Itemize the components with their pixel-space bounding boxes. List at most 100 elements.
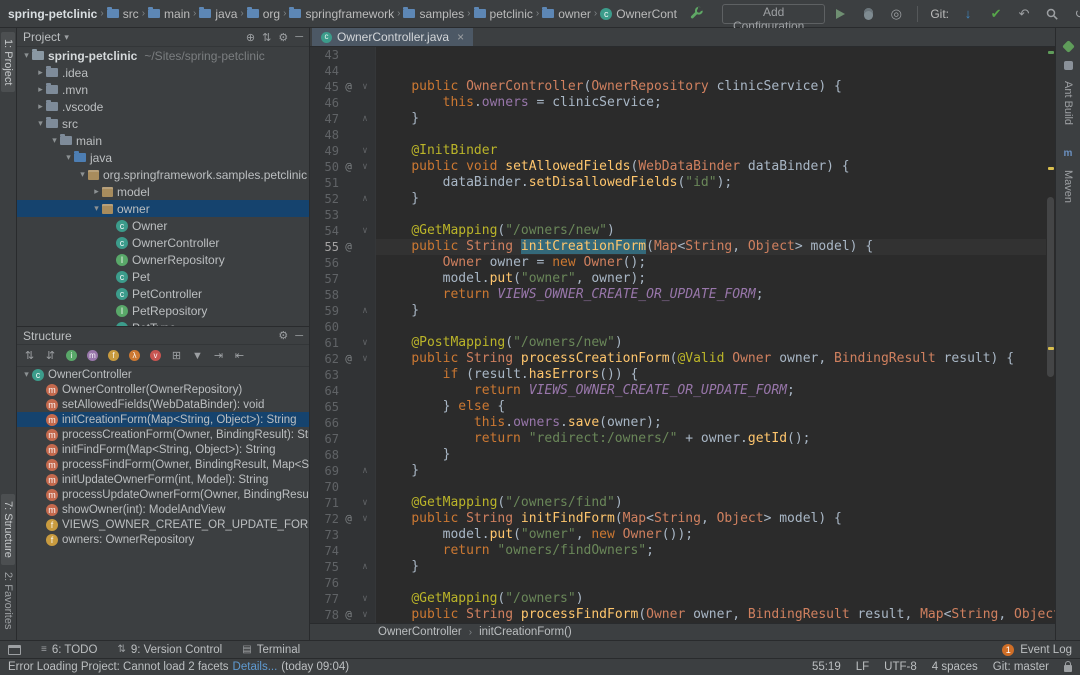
project-panel-title[interactable]: Project xyxy=(23,30,60,44)
fold-marker-icon[interactable]: ∧ xyxy=(357,303,373,319)
nav-item-java[interactable]: java xyxy=(199,7,237,21)
close-tab-icon[interactable]: × xyxy=(457,30,464,44)
line-separator[interactable]: LF xyxy=(856,661,869,673)
code-line[interactable]: 63 if (result.hasErrors()) { xyxy=(310,367,1046,383)
code-line[interactable]: 73 model.put("owner", new Owner()); xyxy=(310,527,1046,543)
structure-panel-title[interactable]: Structure xyxy=(23,329,72,343)
event-log-button[interactable]: 1 Event Log xyxy=(1002,644,1072,656)
expand-arrow-icon[interactable]: ▸ xyxy=(91,186,102,197)
fold-marker-icon[interactable]: ∧ xyxy=(357,191,373,207)
code-line[interactable]: 65 } else { xyxy=(310,399,1046,415)
code-line[interactable]: 68 } xyxy=(310,447,1046,463)
code-line[interactable]: 47∧ } xyxy=(310,111,1046,127)
structure-tree-item[interactable]: mprocessUpdateOwnerForm(Owner, BindingRe… xyxy=(17,487,309,502)
structure-tree-item[interactable]: msetAllowedFields(WebDataBinder): void xyxy=(17,397,309,412)
expand-arrow-icon[interactable]: ▾ xyxy=(91,203,102,214)
highlighting-level-icon[interactable] xyxy=(1064,665,1072,672)
code-line[interactable]: 52∧ } xyxy=(310,191,1046,207)
stripe-maven[interactable]: mMaven xyxy=(1061,148,1075,210)
code-line[interactable]: 69∧ } xyxy=(310,463,1046,479)
project-tree-item[interactable]: ▸.mvn xyxy=(17,81,309,98)
nav-item-petclinic[interactable]: petclinic xyxy=(474,7,533,21)
nav-item-main[interactable]: main xyxy=(148,7,190,21)
expand-arrow-icon[interactable]: ▸ xyxy=(35,84,46,95)
hide-panel-icon[interactable]: ─ xyxy=(295,330,303,342)
stripe-ant-build[interactable]: Ant Build xyxy=(1061,61,1075,132)
project-tree-item[interactable]: ▸.idea xyxy=(17,64,309,81)
search-everywhere-icon[interactable] xyxy=(1041,4,1063,24)
expand-arrow-icon[interactable]: ▸ xyxy=(35,101,46,112)
code-line[interactable]: 54∨ @GetMapping("/owners/new") xyxy=(310,223,1046,239)
override-marker-icon[interactable]: @ xyxy=(340,351,357,367)
override-marker-icon[interactable]: @ xyxy=(340,239,357,255)
code-line[interactable]: 77∨ @GetMapping("/owners") xyxy=(310,591,1046,607)
override-marker-icon[interactable]: @ xyxy=(340,159,357,175)
file-encoding[interactable]: UTF-8 xyxy=(884,661,917,673)
nav-item-springframework[interactable]: springframework xyxy=(289,7,394,21)
todo-button[interactable]: ≡6: TODO xyxy=(41,644,97,656)
structure-tree-item[interactable]: mprocessCreationForm(Owner, BindingResul… xyxy=(17,427,309,442)
expand-arrow-icon[interactable]: ▸ xyxy=(35,67,46,78)
fold-marker-icon[interactable]: ∨ xyxy=(357,143,373,159)
code-line[interactable]: 67 return "redirect:/owners/" + owner.ge… xyxy=(310,431,1046,447)
code-line[interactable]: 61∨ @PostMapping("/owners/new") xyxy=(310,335,1046,351)
code-line[interactable]: 72@∨ public String initFindForm(Map<Stri… xyxy=(310,511,1046,527)
structure-tree-item[interactable]: minitFindForm(Map<String, Object>): Stri… xyxy=(17,442,309,457)
code-line[interactable]: 64 return VIEWS_OWNER_CREATE_OR_UPDATE_F… xyxy=(310,383,1046,399)
fold-marker-icon[interactable]: ∧ xyxy=(357,559,373,575)
code-editor[interactable]: 434445@∨ public OwnerController(OwnerRep… xyxy=(310,47,1055,623)
expand-arrow-icon[interactable]: ▾ xyxy=(49,135,60,146)
run-icon[interactable] xyxy=(829,4,851,24)
undo-icon[interactable]: ↺ xyxy=(1069,4,1080,24)
show-fields-icon[interactable]: f xyxy=(106,348,121,363)
structure-tree-item[interactable]: mshowOwner(int): ModelAndView xyxy=(17,502,309,517)
group-by-icon[interactable]: ⊞ xyxy=(169,348,184,363)
override-marker-icon[interactable]: @ xyxy=(340,607,357,623)
structure-tree-item[interactable]: minitCreationForm(Map<String, Object>): … xyxy=(17,412,309,427)
wrench-icon[interactable] xyxy=(689,6,704,21)
code-line[interactable]: 48 xyxy=(310,127,1046,143)
git-revert-icon[interactable]: ↶ xyxy=(1013,4,1035,24)
code-line[interactable]: 45@∨ public OwnerController(OwnerReposit… xyxy=(310,79,1046,95)
code-line[interactable]: 75∧ } xyxy=(310,559,1046,575)
code-line[interactable]: 51 dataBinder.setDisallowedFields("id"); xyxy=(310,175,1046,191)
code-line[interactable]: 56 Owner owner = new Owner(); xyxy=(310,255,1046,271)
code-line[interactable]: 76 xyxy=(310,575,1046,591)
fold-marker-icon[interactable]: ∨ xyxy=(357,335,373,351)
inspection-status-icon[interactable] xyxy=(1062,40,1075,53)
project-tree-item[interactable]: cPet xyxy=(17,268,309,285)
indent-size[interactable]: 4 spaces xyxy=(932,661,978,673)
fold-marker-icon[interactable]: ∧ xyxy=(357,111,373,127)
git-update-icon[interactable]: ↓ xyxy=(957,4,979,24)
structure-tree-item[interactable]: fowners: OwnerRepository xyxy=(17,532,309,547)
project-tree-item[interactable]: cPetType xyxy=(17,319,309,326)
code-line[interactable]: 62@∨ public String processCreationForm(@… xyxy=(310,351,1046,367)
stripe-project[interactable]: 1: Project xyxy=(1,32,15,92)
details-link[interactable]: Details... xyxy=(233,661,278,673)
code-line[interactable]: 46 this.owners = clinicService; xyxy=(310,95,1046,111)
code-line[interactable]: 58 return VIEWS_OWNER_CREATE_OR_UPDATE_F… xyxy=(310,287,1046,303)
project-tree-item[interactable]: cPetController xyxy=(17,285,309,302)
fold-marker-icon[interactable]: ∨ xyxy=(357,511,373,527)
project-tree-item[interactable]: ▸.vscode xyxy=(17,98,309,115)
caret-position[interactable]: 55:19 xyxy=(812,661,841,673)
fold-marker-icon[interactable]: ∨ xyxy=(357,591,373,607)
git-branch[interactable]: Git: master xyxy=(993,661,1049,673)
structure-tree-item[interactable]: ▾cOwnerController xyxy=(17,367,309,382)
code-line[interactable]: 57 model.put("owner", owner); xyxy=(310,271,1046,287)
nav-project-name[interactable]: spring-petclinic xyxy=(8,7,97,21)
code-line[interactable]: 53 xyxy=(310,207,1046,223)
show-anonymous-classes-icon[interactable]: i xyxy=(64,348,79,363)
autoscroll-to-source-icon[interactable]: ⇥ xyxy=(211,348,226,363)
fold-marker-icon[interactable]: ∨ xyxy=(357,223,373,239)
show-methods-icon[interactable]: m xyxy=(85,348,100,363)
fold-marker-icon[interactable]: ∨ xyxy=(357,351,373,367)
select-opened-file-icon[interactable]: ⊕ xyxy=(246,31,255,44)
project-tree-item[interactable]: ▾java xyxy=(17,149,309,166)
code-line[interactable]: 70 xyxy=(310,479,1046,495)
terminal-button[interactable]: ▤Terminal xyxy=(242,644,300,656)
override-marker-icon[interactable]: @ xyxy=(340,511,357,527)
add-configuration-button[interactable]: Add Configuration... xyxy=(722,4,825,24)
code-line[interactable]: 71∨ @GetMapping("/owners/find") xyxy=(310,495,1046,511)
stripe-structure[interactable]: 7: Structure xyxy=(1,494,15,565)
